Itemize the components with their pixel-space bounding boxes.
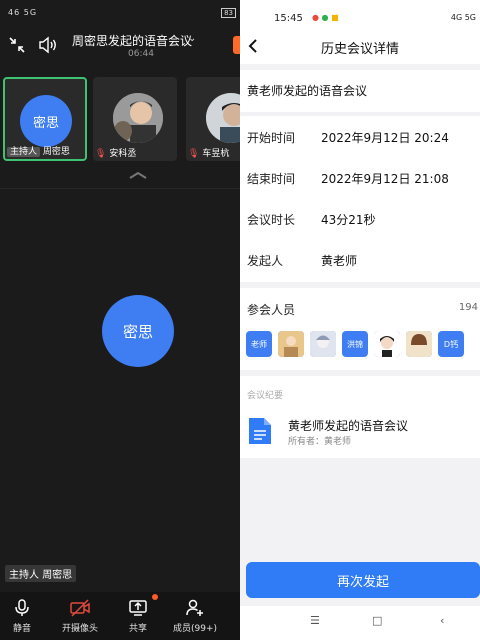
participant-name: 周密思: [42, 147, 70, 157]
divider: [0, 188, 240, 189]
participant-avatar[interactable]: 洪锦: [342, 331, 368, 357]
meeting-header: 周密思发起的语音会议 ⌄ 06:44: [0, 26, 240, 66]
tile-label: 🎙 安科丞: [95, 146, 136, 159]
info-row: 会议时长 43分21秒: [240, 198, 480, 239]
info-key: 发起人: [247, 254, 284, 268]
participant-avatar[interactable]: [374, 331, 400, 357]
info-key: 开始时间: [247, 131, 296, 145]
participant-name: 车昱杭: [202, 149, 230, 159]
participant-avatar[interactable]: [406, 331, 432, 357]
members-button[interactable]: 成员(99+): [167, 598, 223, 634]
chevron-up-icon[interactable]: [128, 170, 148, 180]
back-nav-icon[interactable]: ‹: [440, 614, 444, 627]
restart-meeting-button[interactable]: 再次发起: [246, 562, 480, 598]
info-value: 2022年9月12日 21:08: [321, 172, 449, 186]
page-title: 历史会议详情: [320, 42, 399, 57]
participant-avatar[interactable]: D钙: [438, 331, 464, 357]
end-meeting-button[interactable]: [233, 36, 240, 54]
meeting-summary-card[interactable]: 会议纪要 黄老师发起的语音会议 所有者：黄老师: [240, 376, 480, 458]
status-app-icons: ● ● ■: [312, 13, 339, 22]
participant-name: 安科丞: [109, 149, 137, 159]
notification-dot: [152, 594, 158, 600]
mic-off-icon: 🎙: [188, 149, 200, 159]
toolbar-label: 共享: [128, 624, 147, 634]
document-icon: [249, 418, 271, 444]
avatar: 密思: [20, 95, 72, 147]
host-tag: 主持人: [9, 570, 39, 581]
status-right: 83: [221, 8, 236, 18]
toolbar-label: 开摄像头: [61, 624, 98, 634]
avatar-photo: [113, 93, 163, 143]
info-row: 结束时间 2022年9月12日 21:08: [240, 157, 480, 198]
participant-avatar[interactable]: [310, 331, 336, 357]
info-key: 会议时长: [247, 213, 296, 227]
participant-tile[interactable]: 🎙 车昱杭: [186, 77, 240, 161]
status-bar: 15:45 ● ● ■ 4G 5G: [240, 0, 480, 30]
summary-section-label: 会议纪要: [247, 391, 284, 401]
menu-icon[interactable]: ☰: [310, 614, 320, 627]
meeting-name: 黄老师发起的语音会议: [247, 84, 368, 98]
chevron-down-icon[interactable]: ⌄: [188, 33, 196, 44]
share-screen-icon: [129, 600, 147, 616]
participant-avatar[interactable]: [278, 331, 304, 357]
summary-doc-owner: 所有者：黄老师: [288, 437, 352, 447]
mic-icon: [15, 599, 29, 616]
mic-off-icon: 🎙: [95, 149, 107, 159]
participant-avatar[interactable]: 老师: [246, 331, 272, 357]
share-button[interactable]: 共享: [110, 598, 166, 634]
tile-label: 主持人 周密思: [7, 144, 70, 157]
participants-label: 参会人员: [247, 303, 296, 317]
summary-doc-title[interactable]: 黄老师发起的语音会议: [288, 417, 408, 434]
status-bar: 46 5G 83: [0, 0, 240, 26]
meeting-toolbar: 静音 开摄像头 共享 成员(99+): [0, 592, 240, 640]
tile-label: 🎙 车昱杭: [188, 146, 229, 159]
toolbar-label: 成员(99+): [172, 624, 218, 634]
meeting-name-card: 黄老师发起的语音会议: [240, 70, 480, 112]
add-member-icon: [186, 599, 203, 616]
info-value: 43分21秒: [321, 213, 376, 227]
system-nav-bar: ☰ □ ‹: [240, 606, 480, 640]
participant-tile[interactable]: 🎙 安科丞: [93, 77, 177, 161]
signal-indicator: 4G 5G: [450, 13, 476, 22]
info-row: 发起人 黄老师: [240, 239, 480, 280]
participant-strip[interactable]: 密思 主持人 周密思 🎙 安科丞 🎙 车昱杭: [3, 77, 240, 163]
camera-off-icon: [70, 599, 90, 617]
info-value: 黄老师: [321, 254, 358, 268]
meeting-info-card: 开始时间 2022年9月12日 20:24 结束时间 2022年9月12日 21…: [240, 116, 480, 282]
meeting-title[interactable]: 周密思发起的语音会议: [72, 32, 192, 49]
signal-indicator: 46 5G: [8, 8, 38, 17]
host-tag: 主持人: [7, 147, 41, 157]
avatar-photo: [206, 93, 240, 143]
participants-count[interactable]: 194: [459, 302, 478, 313]
info-row: 开始时间 2022年9月12日 20:24: [240, 116, 480, 157]
meeting-screen: 46 5G 83 周密思发起的语音会议 ⌄ 06:44 密思 主持人 周密思 🎙…: [0, 0, 240, 640]
nav-bar: 历史会议详情: [240, 30, 480, 64]
host-name: 周密思: [42, 570, 73, 581]
participants-card[interactable]: 参会人员 194 老师 洪锦 D钙: [240, 288, 480, 370]
info-value: 2022年9月12日 20:24: [321, 131, 449, 145]
minimize-icon[interactable]: [8, 36, 26, 54]
meeting-timer: 06:44: [128, 49, 154, 59]
speaker-avatar: 密思: [102, 295, 174, 367]
status-time: 15:45: [274, 13, 303, 24]
home-icon[interactable]: □: [372, 614, 382, 627]
history-detail-screen: 15:45 ● ● ■ 4G 5G 历史会议详情 黄老师发起的语音会议 开始时间…: [240, 0, 480, 640]
speaker-icon[interactable]: [38, 36, 58, 54]
camera-button[interactable]: 开摄像头: [52, 598, 108, 634]
host-overlay: 主持人 周密思: [5, 565, 77, 582]
battery-level: 83: [221, 8, 236, 18]
info-key: 结束时间: [247, 172, 296, 186]
toolbar-label: 静音: [12, 624, 31, 634]
participant-tile[interactable]: 密思 主持人 周密思: [3, 77, 87, 161]
mute-button[interactable]: 静音: [0, 598, 50, 634]
